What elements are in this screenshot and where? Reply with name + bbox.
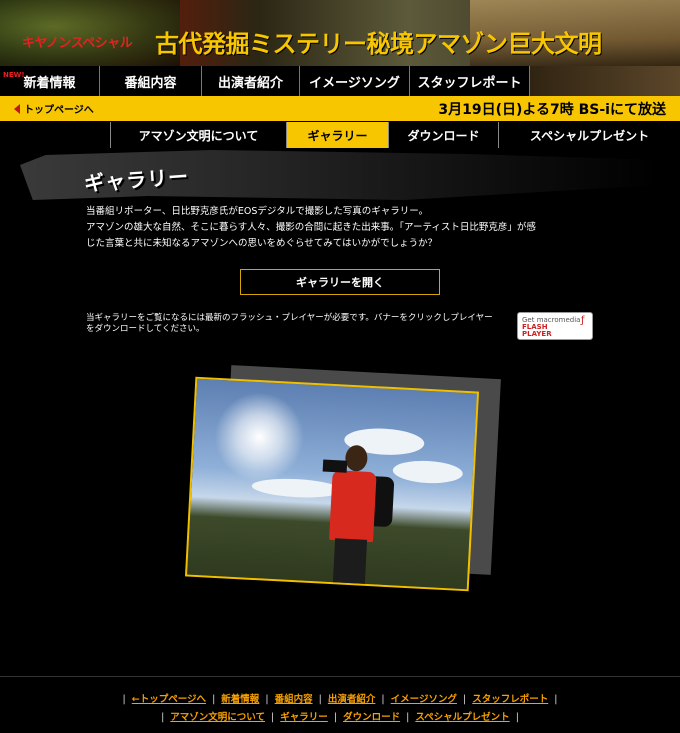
separator: | (462, 694, 467, 705)
head (344, 444, 369, 472)
sub-nav: アマゾン文明について ギャラリー ダウンロード スペシャルプレゼント (110, 122, 680, 148)
footer-link-amazon-civilization[interactable]: アマゾン文明について (170, 712, 265, 723)
footer-nav: | ←トップページへ | 新着情報 | 番組内容 | 出演者紹介 | イメージソ… (0, 676, 680, 733)
footer-link-top[interactable]: ←トップページへ (132, 694, 206, 705)
footer-link-staff-report[interactable]: スタッフレポート (472, 694, 548, 705)
separator: | (406, 712, 410, 723)
top-nav-item-image-song[interactable]: イメージソング (300, 66, 410, 96)
flash-notice-line: 当ギャラリーをご覧になるには最新のフラッシュ・プレイヤーが必要です。バナーをクリ… (86, 313, 493, 323)
get-flash-player-banner[interactable]: Get macromedia FLASH PLAYER ƒ (517, 312, 593, 340)
separator: | (271, 712, 275, 723)
camera-icon (322, 459, 348, 473)
footer-link-image-song[interactable]: イメージソング (391, 694, 457, 705)
gallery-preview-photo (184, 376, 480, 592)
footer-row-2: | アマゾン文明について | ギャラリー | ダウンロード | スペシャルプレゼ… (0, 709, 680, 723)
new-badge: NEW! (3, 71, 25, 79)
brand-logo: キヤノンスペシャル (22, 36, 133, 51)
red-shirt (329, 470, 377, 543)
separator: | (554, 694, 558, 705)
tab-gallery[interactable]: ギャラリー (286, 122, 388, 148)
broadcast-bar: トップページへ 3月19日(日)よる7時 BS-iにて放送 (0, 96, 680, 121)
tab-amazon-civilization[interactable]: アマゾン文明について (110, 122, 286, 148)
arrow-left-icon (14, 103, 20, 114)
separator: | (318, 694, 322, 705)
tab-download[interactable]: ダウンロード (388, 122, 498, 148)
footer-link-news[interactable]: 新着情報 (221, 694, 259, 705)
open-gallery-button[interactable]: ギャラリーを開く (240, 269, 440, 295)
separator: | (381, 694, 385, 705)
flash-notice: 当ギャラリーをご覧になるには最新のフラッシュ・プレイヤーが必要です。バナーをクリ… (86, 313, 516, 335)
back-to-top-link[interactable]: トップページへ (14, 101, 94, 116)
program-title: 古代発掘ミステリー秘境アマゾン巨大文明 (155, 30, 602, 58)
separator: | (122, 694, 126, 705)
top-nav-label: 出演者紹介 (217, 75, 283, 91)
separator: | (161, 712, 165, 723)
cloud (392, 459, 464, 485)
separator: | (515, 712, 519, 723)
footer-link-special-present[interactable]: スペシャルプレゼント (415, 712, 509, 723)
back-to-top-label: トップページへ (24, 105, 94, 116)
footer-link-cast[interactable]: 出演者紹介 (328, 694, 376, 705)
flash-notice-line: をダウンロードしてください。 (86, 324, 205, 334)
separator: | (265, 694, 269, 705)
top-nav-item-program[interactable]: 番組内容 (100, 66, 202, 96)
top-nav-label: 番組内容 (124, 75, 177, 91)
top-nav: NEW! 新着情報 番組内容 出演者紹介 イメージソング スタッフレポート (0, 66, 680, 96)
top-nav-label: イメージソング (309, 75, 400, 91)
flash-logo-icon: ƒ (581, 315, 585, 326)
flash-badge-player: PLAYER (522, 330, 552, 338)
sun-flare (212, 389, 307, 485)
top-nav-filler (530, 66, 680, 96)
broadcast-info: 3月19日(日)よる7時 BS-iにて放送 (438, 101, 666, 118)
top-nav-label: 新着情報 (23, 75, 76, 91)
footer-link-gallery[interactable]: ギャラリー (280, 712, 328, 723)
footer-link-download[interactable]: ダウンロード (343, 712, 400, 723)
separator: | (333, 712, 338, 723)
top-nav-label: スタッフレポート (417, 75, 522, 91)
top-nav-item-staff-report[interactable]: スタッフレポート (410, 66, 530, 96)
tab-special-present[interactable]: スペシャルプレゼント (498, 122, 680, 148)
flash-badge-line2: FLASH PLAYER (522, 324, 552, 338)
gallery-description: 当番組リポーター、日比野克彦氏がEOSデジタルで撮影した写真のギャラリー。 アマ… (86, 204, 606, 252)
photographer-figure (317, 444, 395, 587)
desc-line: じた言葉と共に未知なるアマゾンへの思いをめぐらせてみてはいかがでしょうか？ (86, 238, 438, 249)
top-nav-item-cast[interactable]: 出演者紹介 (202, 66, 300, 96)
desc-line: 当番組リポーター、日比野克彦氏がEOSデジタルで撮影した写真のギャラリー。 (86, 206, 429, 217)
legs (332, 538, 368, 586)
header-banner: キヤノンスペシャル 古代発掘ミステリー秘境アマゾン巨大文明 (0, 0, 680, 66)
desc-line: アマゾンの雄大な自然、そこに暮らす人々、撮影の合間に起きた出来事。「アーティスト… (86, 222, 536, 233)
top-nav-item-news[interactable]: NEW! 新着情報 (0, 66, 100, 96)
footer-link-program[interactable]: 番組内容 (275, 694, 313, 705)
separator: | (212, 694, 216, 705)
footer-row-1: | ←トップページへ | 新着情報 | 番組内容 | 出演者紹介 | イメージソ… (0, 691, 680, 705)
